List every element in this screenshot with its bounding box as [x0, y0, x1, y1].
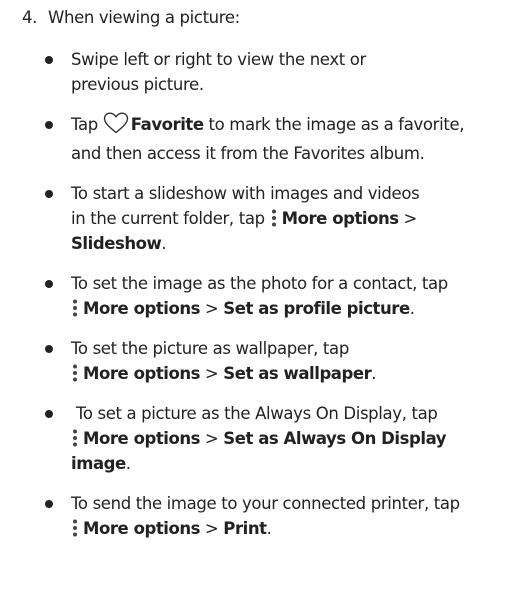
more-options-icon — [71, 428, 79, 448]
bullet-text: To start a slideshow with images and vid… — [71, 184, 420, 203]
bullet-dot — [45, 345, 53, 353]
more-options-label: More options — [281, 209, 399, 228]
list-item: Swipe left or right to view the next or … — [45, 47, 520, 97]
bullet-text: To send the image to your connected prin… — [71, 494, 460, 513]
bullet-dot — [45, 121, 53, 129]
more-options-icon — [71, 518, 79, 538]
bullet-text: Tap — [71, 115, 103, 134]
period: . — [125, 454, 131, 473]
bullet-text: previous picture. — [71, 75, 204, 94]
bullet-text: To set a picture as the Always On Displa… — [71, 404, 438, 423]
bullet-text: To set the picture as wallpaper, tap — [71, 339, 349, 358]
slideshow-label: Slideshow — [71, 234, 162, 253]
period: . — [266, 519, 272, 538]
list-item: Tap Favorite to mark the image as a favo… — [45, 112, 520, 166]
more-options-label: More options — [83, 299, 201, 318]
more-options-icon — [71, 298, 79, 318]
bullet-text: in the current folder, tap — [71, 209, 270, 228]
step-text: When viewing a picture: — [48, 8, 240, 27]
heart-outline-icon — [103, 112, 129, 141]
list-item: To set the picture as wallpaper, tap Mor… — [45, 336, 520, 386]
list-item: To start a slideshow with images and vid… — [45, 181, 520, 256]
print-label: Print — [223, 519, 267, 538]
list-item: To set the image as the photo for a cont… — [45, 271, 520, 321]
bullet-text: Swipe left or right to view the next or — [71, 50, 366, 69]
bullet-text: To set the image as the photo for a cont… — [71, 274, 448, 293]
list-item: To send the image to your connected prin… — [45, 491, 520, 541]
more-options-icon — [270, 208, 278, 228]
separator: > — [200, 299, 224, 318]
set-as-profile-picture-label: Set as profile picture — [223, 299, 410, 318]
set-as-always-on-display-label: Set as Always On Display — [223, 429, 447, 448]
step-heading: 4. When viewing a picture: — [22, 6, 240, 30]
bullet-dot — [45, 190, 53, 198]
separator: > — [200, 429, 224, 448]
more-options-label: More options — [83, 519, 201, 538]
separator: > — [398, 209, 418, 228]
bullet-list: Swipe left or right to view the next or … — [45, 47, 520, 556]
period: . — [409, 299, 415, 318]
separator: > — [200, 519, 224, 538]
set-as-always-on-display-label-cont: image — [71, 454, 126, 473]
set-as-wallpaper-label: Set as wallpaper — [223, 364, 372, 383]
bullet-text: and then access it from the Favorites al… — [71, 144, 425, 163]
more-options-label: More options — [83, 364, 201, 383]
step-number: 4. — [22, 8, 38, 27]
favorite-label: Favorite — [130, 115, 204, 134]
bullet-text: to mark the image as a favorite, — [203, 115, 465, 134]
list-item: To set a picture as the Always On Displa… — [45, 401, 520, 476]
separator: > — [200, 364, 224, 383]
period: . — [371, 364, 377, 383]
bullet-dot — [45, 280, 53, 288]
period: . — [161, 234, 167, 253]
more-options-icon — [71, 363, 79, 383]
more-options-label: More options — [83, 429, 201, 448]
bullet-dot — [45, 410, 53, 418]
bullet-dot — [45, 56, 53, 64]
bullet-dot — [45, 500, 53, 508]
